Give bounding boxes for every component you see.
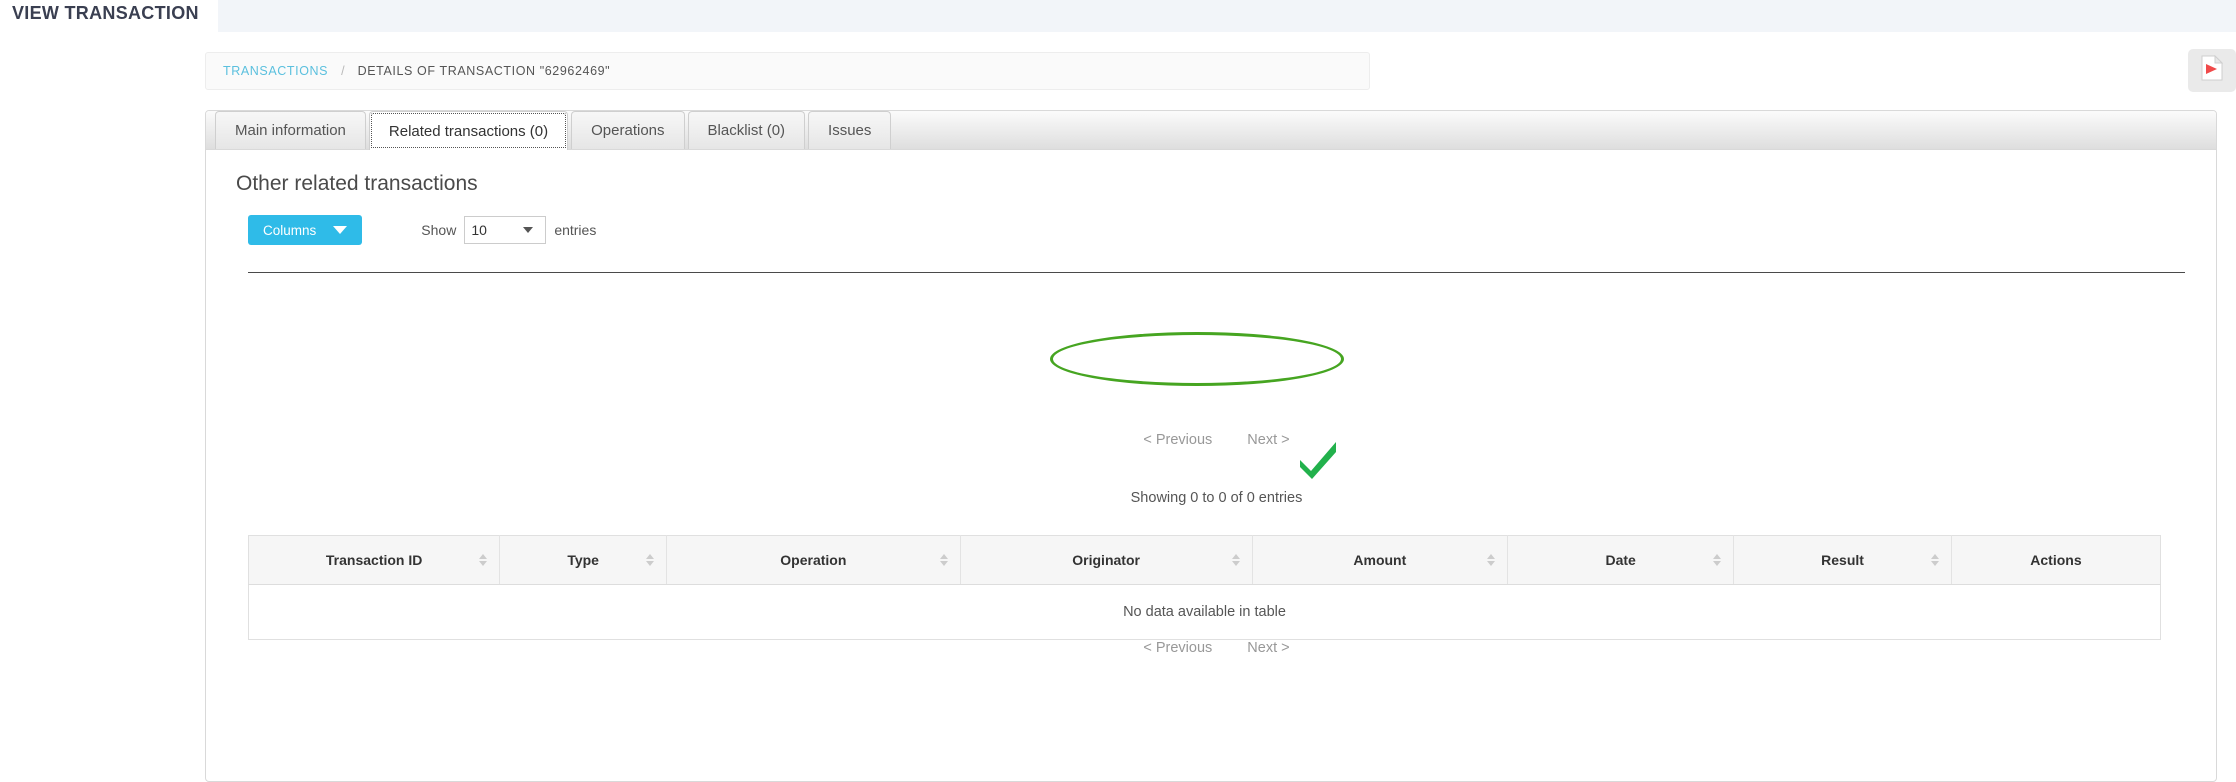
column-header-label: Operation [780,552,847,568]
toolbar-divider [248,272,2185,273]
tab-blacklist[interactable]: Blacklist (0) [687,111,806,149]
column-header-date[interactable]: Date [1507,535,1735,585]
sort-icon [479,554,488,566]
chevron-down-icon [523,227,534,233]
column-header-label: Result [1821,552,1864,568]
table-body: No data available in table [248,584,2161,640]
table-head: Transaction ID Type Operation Originator… [248,535,2161,585]
column-header-label: Originator [1072,552,1140,568]
breadcrumb-link-transactions[interactable]: TRANSACTIONS [223,64,328,78]
previous-button[interactable]: < Previous [1143,432,1212,448]
top-bar-strip [218,0,2236,32]
pdf-export-icon [2201,54,2224,86]
column-header-label: Actions [2030,552,2082,568]
sort-icon [1231,554,1240,566]
column-header-label: Amount [1353,552,1407,568]
tab-strip: Main information Related transactions (0… [206,111,2216,150]
sort-icon [939,554,948,566]
breadcrumb: TRANSACTIONS / DETAILS OF TRANSACTION "6… [205,52,1370,90]
entries-select-value: 10 [471,222,487,238]
sort-icon [1487,554,1496,566]
next-button[interactable]: Next > [1247,432,1289,448]
column-header-label: Type [567,552,599,568]
page-title: VIEW TRANSACTION [12,3,199,23]
breadcrumb-separator: / [341,64,345,78]
pagination-bottom: < Previous Next > [248,640,2185,656]
tab-label: Related transactions (0) [388,122,549,140]
related-transactions-table: Transaction ID Type Operation Originator… [248,535,2161,640]
column-header-label: Transaction ID [325,552,423,568]
column-header-transaction-id[interactable]: Transaction ID [248,535,501,585]
show-entries-control: Show 10 entries [421,216,596,244]
column-header-label: Date [1605,552,1636,568]
pagination-top: < Previous Next > [248,432,2185,448]
showing-info: Showing 0 to 0 of 0 entries [1130,490,1303,506]
sort-icon [646,554,655,566]
columns-button-label: Columns [263,222,317,238]
column-header-result[interactable]: Result [1733,535,1952,585]
show-entries-label: Show [421,222,457,238]
chevron-down-icon [333,226,348,234]
sort-icon [1713,554,1722,566]
column-header-actions: Actions [1951,535,2161,585]
top-bar: VIEW TRANSACTION [0,0,2236,32]
previous-button[interactable]: < Previous [1143,640,1212,656]
pdf-export-button[interactable] [2188,49,2236,92]
tab-label: Main information [235,122,346,139]
table-header-row: Transaction ID Type Operation Originator… [248,535,2161,585]
column-header-originator[interactable]: Originator [960,535,1253,585]
section-title: Other related transactions [236,172,478,195]
entries-select[interactable]: 10 [464,216,547,244]
tab-panel: Main information Related transactions (0… [205,110,2217,782]
table-toolbar: Columns Show 10 entries [248,215,596,245]
tab-main-information[interactable]: Main information [215,111,366,149]
tab-related-transactions[interactable]: Related transactions (0) [368,111,569,150]
next-button[interactable]: Next > [1247,640,1289,656]
empty-row-message: No data available in table [248,584,2161,640]
column-header-operation[interactable]: Operation [666,535,961,585]
tab-label: Issues [828,122,872,139]
content-area: TRANSACTIONS / DETAILS OF TRANSACTION "6… [203,32,2236,782]
tab-issues[interactable]: Issues [808,111,892,149]
breadcrumb-current: DETAILS OF TRANSACTION "62962469" [357,64,611,78]
column-header-amount[interactable]: Amount [1252,535,1509,585]
entries-suffix-label: entries [554,222,597,238]
column-header-type[interactable]: Type [499,535,668,585]
tab-operations[interactable]: Operations [571,111,685,149]
table-empty-row: No data available in table [248,584,2161,640]
tab-panel-body: Other related transactions Columns Show … [206,150,2216,781]
columns-button[interactable]: Columns [248,215,363,245]
tab-label: Blacklist (0) [707,122,786,139]
tab-label: Operations [591,122,665,139]
sort-icon [1930,554,1939,566]
